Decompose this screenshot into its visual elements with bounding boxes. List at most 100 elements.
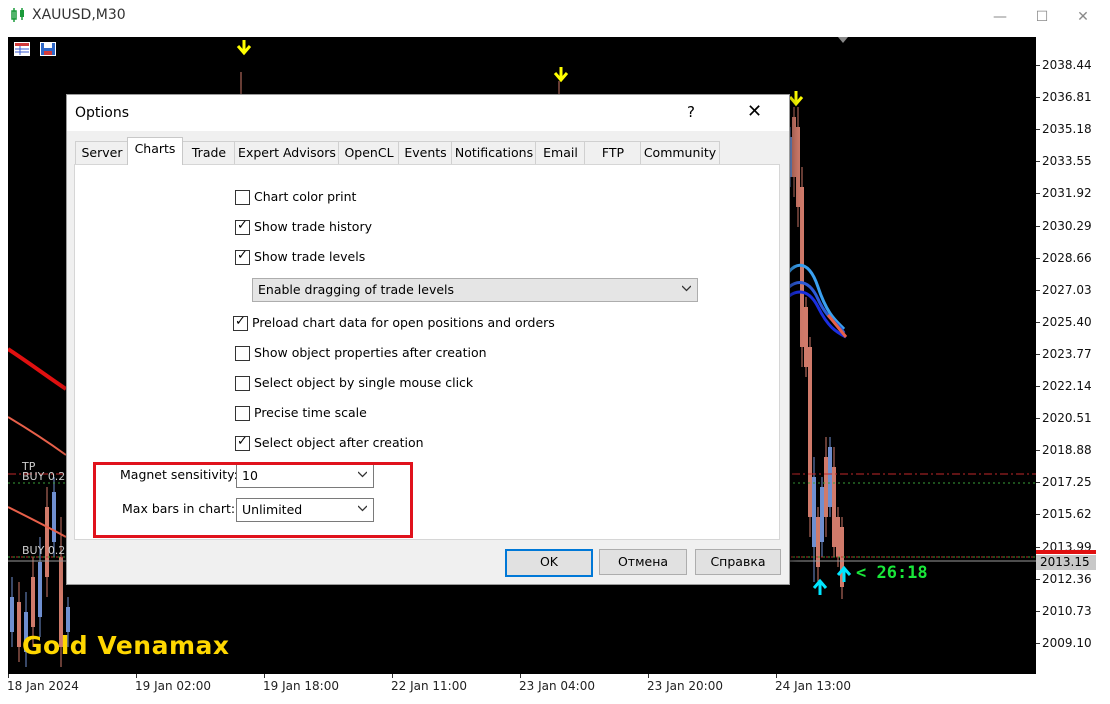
- cancel-button[interactable]: Отмена: [599, 549, 687, 575]
- price-tick: [1036, 546, 1040, 548]
- price-tick: [1036, 418, 1040, 420]
- tab-ftp[interactable]: FTP: [584, 141, 642, 164]
- time-tick: [392, 674, 393, 678]
- dialog-close-button[interactable]: ✕: [747, 101, 762, 122]
- time-label: 19 Jan 02:00: [135, 679, 211, 693]
- ok-button[interactable]: OK: [505, 549, 593, 577]
- dropdown-value: Enable dragging of trade levels: [258, 282, 455, 297]
- tab-trade[interactable]: Trade: [182, 141, 236, 164]
- help-icon[interactable]: ?: [687, 103, 695, 121]
- checkbox-box[interactable]: [235, 346, 250, 361]
- candles-right: [788, 107, 844, 599]
- price-label: 2015.62: [1042, 507, 1092, 522]
- check-mark-icon: ✓: [237, 248, 248, 263]
- price-tick: [1036, 65, 1040, 66]
- checkbox-box[interactable]: [235, 406, 250, 421]
- time-tick: [776, 674, 777, 678]
- tab-events[interactable]: Events: [398, 141, 453, 164]
- checkbox-label: Show trade levels: [254, 249, 366, 264]
- price-tick: [1036, 193, 1040, 195]
- time-label: 24 Jan 13:00: [775, 679, 851, 693]
- checkbox-label: Precise time scale: [254, 405, 367, 420]
- window-close-button[interactable]: ✕: [1068, 6, 1098, 28]
- window-titlebar: XAUUSD,M30 — ☐ ✕: [0, 0, 1110, 34]
- save-icon[interactable]: [40, 42, 56, 56]
- price-label: 2023.77: [1042, 346, 1092, 361]
- price-tick: [1036, 450, 1040, 452]
- price-label: 2033.55: [1042, 154, 1092, 169]
- price-label: 2012.36: [1042, 571, 1092, 586]
- price-label: 2009.10: [1042, 635, 1092, 650]
- red-highlight-annotation: [93, 462, 413, 538]
- time-tick: [264, 674, 265, 678]
- time-label: 19 Jan 18:00: [263, 679, 339, 693]
- check-mark-icon: ✓: [235, 314, 246, 329]
- ask-price-marker: [1036, 550, 1096, 554]
- price-label: 2035.18: [1042, 122, 1092, 137]
- price-label: 2031.92: [1042, 186, 1092, 201]
- checkbox-box[interactable]: ✓: [233, 314, 248, 331]
- time-axis[interactable]: 18 Jan 2024 19 Jan 02:00 19 Jan 18:00 22 Ja…: [0, 674, 1110, 704]
- help-button[interactable]: Справка: [695, 549, 781, 575]
- chevron-down-icon: [682, 285, 691, 292]
- price-tick: [1036, 642, 1040, 644]
- checkbox-label: Select object after creation: [254, 435, 424, 450]
- tab-opencl[interactable]: OpenCL: [338, 141, 400, 164]
- checkbox-box[interactable]: [235, 190, 250, 205]
- price-tick: [1036, 514, 1040, 516]
- price-tick: [1036, 161, 1040, 163]
- checkbox-box[interactable]: ✓: [235, 218, 250, 235]
- checkbox-box[interactable]: ✓: [235, 434, 250, 451]
- price-label: 2022.14: [1042, 379, 1092, 393]
- check-mark-icon: ✓: [237, 434, 248, 449]
- price-tick: [1036, 610, 1040, 612]
- maximize-button[interactable]: ☐: [1027, 6, 1057, 28]
- brand-watermark: Gold Venamax: [22, 631, 230, 660]
- price-label: 2018.88: [1042, 443, 1092, 458]
- checkbox-label: Select object by single mouse click: [254, 375, 474, 390]
- tab-charts[interactable]: Charts: [127, 137, 183, 165]
- table-icon[interactable]: [14, 42, 30, 56]
- bar-timer: < 26:18: [856, 563, 928, 583]
- window-title: XAUUSD,M30: [32, 7, 126, 23]
- price-tick: [1036, 578, 1040, 580]
- tab-server[interactable]: Server: [75, 141, 129, 164]
- tab-community[interactable]: Community: [640, 141, 720, 164]
- checkbox-label: Show trade history: [254, 219, 372, 234]
- price-label: 2038.44: [1042, 58, 1092, 72]
- price-label: 2010.73: [1042, 603, 1092, 618]
- price-label: 2030.29: [1042, 218, 1092, 233]
- price-label: 2020.51: [1042, 411, 1092, 426]
- price-label: 2036.81: [1042, 90, 1092, 105]
- checkbox-label: Show object properties after creation: [254, 345, 487, 360]
- tab-expert-advisors[interactable]: Expert Advisors: [234, 141, 340, 164]
- price-scale[interactable]: 2038.44 2036.81 2035.18 2033.55 2031.92 2030.…: [1036, 37, 1110, 674]
- price-tick: [1036, 353, 1040, 355]
- price-label: 2027.03: [1042, 282, 1092, 297]
- checkbox-box[interactable]: ✓: [235, 248, 250, 265]
- price-tick: [1036, 386, 1040, 387]
- price-label: 2028.66: [1042, 250, 1092, 265]
- time-tick: [648, 674, 649, 678]
- time-tick: [8, 674, 9, 678]
- tab-notifications[interactable]: Notifications: [451, 141, 537, 164]
- dialog-header: Options ? ✕: [67, 95, 789, 131]
- buy-level-label: BUY 0.25: [22, 470, 73, 483]
- buy-level-label-2: BUY 0.25: [22, 544, 73, 557]
- candlestick-app-icon: [11, 8, 24, 22]
- price-tick: [1036, 321, 1040, 323]
- minimize-button[interactable]: —: [985, 6, 1015, 28]
- time-tick: [520, 674, 521, 678]
- current-price-label: 2013.15: [1036, 555, 1096, 570]
- price-tick: [1036, 482, 1040, 484]
- price-tick: [1036, 289, 1040, 291]
- price-tick: [1036, 257, 1040, 259]
- trade-levels-dropdown[interactable]: Enable dragging of trade levels: [252, 278, 698, 302]
- price-label: 2025.40: [1042, 314, 1092, 329]
- price-tick: [1036, 97, 1040, 99]
- dialog-title: Options: [75, 105, 130, 121]
- checkbox-box[interactable]: [235, 376, 250, 391]
- tab-email[interactable]: Email: [535, 141, 586, 164]
- price-label: 2017.25: [1042, 475, 1092, 490]
- cyan-signal-arrows: [812, 565, 852, 595]
